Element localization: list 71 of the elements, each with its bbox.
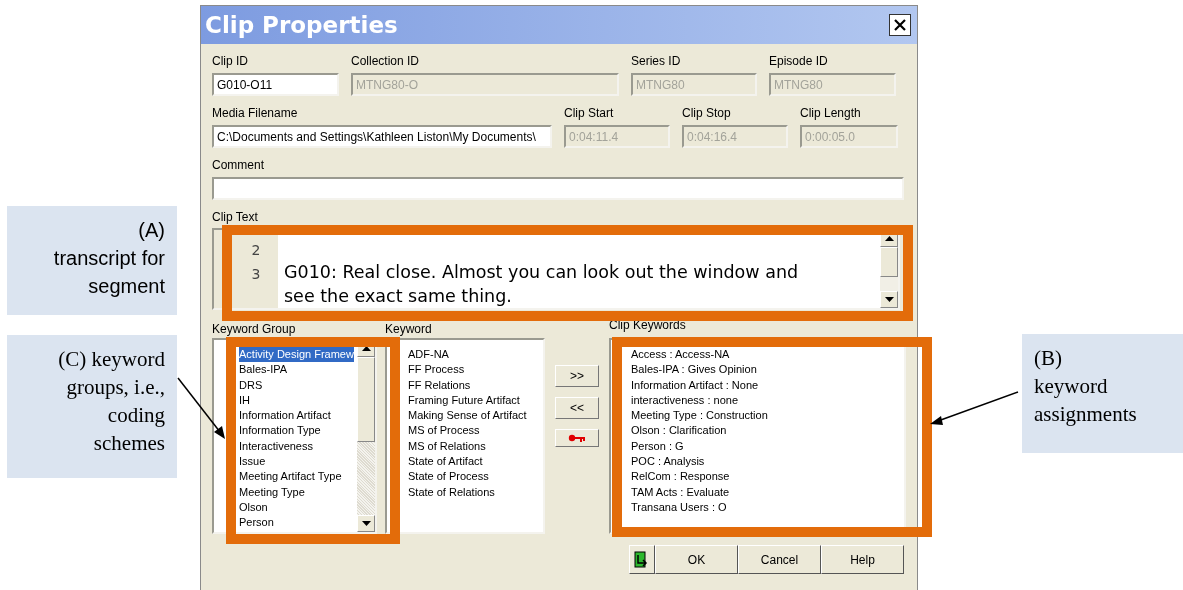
scroll-down-icon: [884, 297, 894, 302]
annotation-text: (B) keyword assignments: [1034, 346, 1137, 426]
list-item[interactable]: Issue: [239, 454, 266, 470]
list-item[interactable]: Person: [239, 515, 274, 531]
list-item[interactable]: RelCom : Response: [631, 469, 730, 485]
list-item[interactable]: IH: [239, 392, 250, 409]
list-item[interactable]: interactiveness : none: [631, 392, 738, 409]
dialog-button[interactable]: Cancel: [738, 545, 821, 574]
annotation-text: (C) keyword groups, i.e., coding schemes: [58, 347, 165, 455]
input-field[interactable]: G010-O11: [212, 73, 339, 96]
dialog-button[interactable]: OK: [655, 545, 738, 574]
list-item[interactable]: State of Relations: [408, 484, 495, 500]
line-number: 2: [250, 242, 261, 258]
list-item[interactable]: ADF-NA: [408, 347, 449, 363]
list-item[interactable]: FF Process: [408, 362, 465, 378]
field-label: Media Filename: [212, 106, 299, 120]
export-button[interactable]: [629, 545, 655, 574]
list-item[interactable]: Olson : Clarification: [631, 423, 727, 439]
list-item[interactable]: State of Process: [408, 469, 489, 485]
list-item[interactable]: MS of Process: [408, 423, 480, 439]
transfer-button[interactable]: >>: [555, 365, 599, 387]
list-item[interactable]: State of Artifact: [408, 454, 483, 470]
field-label: Comment: [212, 158, 265, 172]
transcript-text: G010: Real close. Almost you can look out the window and see the exact same thing.: [284, 261, 800, 308]
list-item[interactable]: Meeting Type: [239, 484, 305, 500]
list-item[interactable]: FF Relations: [408, 377, 471, 393]
list-item[interactable]: POC : Analysis: [631, 454, 705, 470]
close-icon: [894, 19, 906, 31]
field-label: Clip Stop: [682, 106, 732, 120]
list-item[interactable]: Framing Future Artifact: [408, 392, 520, 409]
list-item[interactable]: TAM Acts : Evaluate: [631, 484, 730, 500]
list-item[interactable]: Meeting Artifact Type: [239, 469, 342, 485]
field-label: Clip Start: [564, 106, 615, 120]
list-label: Keyword Group: [212, 322, 297, 336]
document-arrow-icon: [634, 550, 650, 569]
input-field[interactable]: [212, 177, 904, 200]
list-item[interactable]: DRS: [239, 377, 263, 393]
field-label: Clip ID: [212, 54, 249, 68]
transfer-button[interactable]: <<: [555, 397, 599, 419]
field-label: Series ID: [631, 54, 682, 68]
list-item[interactable]: Activity Design Framew: [239, 347, 354, 363]
pointer-arrow: [176, 376, 228, 442]
list-item[interactable]: Transana Users : O: [631, 499, 727, 516]
list-item[interactable]: Access : Access-NA: [631, 347, 730, 363]
list-item[interactable]: Information Type: [239, 423, 321, 439]
list-item[interactable]: Interactiveness: [239, 438, 313, 455]
field-label: Clip Text: [212, 210, 259, 224]
line-number: 3: [250, 266, 261, 282]
window-title: Clip Properties: [205, 12, 398, 38]
list-item[interactable]: Person : G: [631, 438, 684, 455]
list-item[interactable]: Making Sense of Artifact: [408, 408, 527, 424]
key-icon: [568, 434, 586, 442]
list-label: Keyword: [385, 322, 433, 336]
field-label: Collection ID: [351, 54, 421, 68]
dialog-button[interactable]: Help: [821, 545, 904, 574]
list-item[interactable]: Meeting Type : Construction: [631, 408, 768, 424]
list-item[interactable]: Olson: [239, 499, 268, 516]
scroll-up-icon: [361, 346, 371, 351]
scroll-up-icon: [884, 236, 894, 241]
list-item[interactable]: Bales-IPA : Gives Opinion: [631, 362, 757, 378]
list-item[interactable]: MS of Relations: [408, 438, 486, 455]
close-button[interactable]: [889, 14, 911, 36]
annotation-text: (A) transcript for segment: [53, 219, 165, 297]
field-label: Clip Length: [800, 106, 862, 120]
scroll-down-icon: [361, 521, 371, 526]
list-item[interactable]: Bales-IPA: [239, 362, 288, 378]
field-label: Episode ID: [769, 54, 829, 68]
key-button[interactable]: [555, 429, 599, 447]
list-item[interactable]: Information Artifact : None: [631, 377, 759, 393]
list-item[interactable]: Information Artifact: [239, 408, 331, 424]
input-field[interactable]: C:\Documents and Settings\Kathleen Liston\My Documents\: [212, 125, 552, 148]
